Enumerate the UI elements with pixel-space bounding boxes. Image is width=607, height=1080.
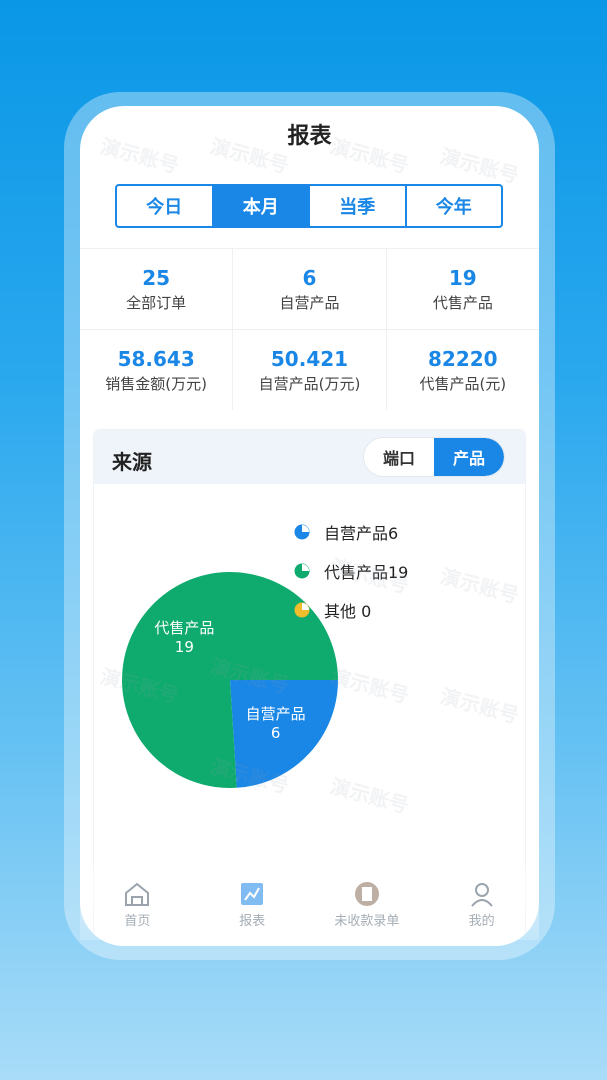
pie-legend-icon [294,524,310,539]
legend-item[interactable]: 其他 0 [294,590,408,629]
tab-label: 我的 [468,914,495,929]
stat-self-amount: 50.421 自营产品(万元) [233,330,387,410]
stat-value: 58.643 [117,346,195,371]
tab-label: 首页 [124,914,151,929]
stat-consign-amount: 82220 代售产品(元) [387,330,539,410]
stat-value: 6 [302,265,317,290]
source-card: 来源 端口 产品 [94,430,525,946]
stat-label: 全部订单 [126,293,187,312]
report-icon [241,883,264,905]
pie-legend-icon [294,563,310,578]
tab-report[interactable]: 报表 [202,870,302,940]
source-toggle: 端口 产品 [364,438,504,476]
stat-label: 自营产品(万元) [258,374,361,393]
page-title: 报表 [287,124,332,149]
tab-mine[interactable]: 我的 [432,870,532,940]
tab-unpaid-entry[interactable]: 未收款录单 [317,870,417,940]
stat-value: 25 [142,265,171,290]
stats-grid: 25 全部订单 6 自营产品 19 代售产品 58.643 销售金额(万元) 5… [80,248,539,410]
receipt-icon [354,882,379,906]
legend-item[interactable]: 自营产品6 [294,512,408,551]
toggle-product[interactable]: 产品 [434,438,504,476]
stat-label: 自营产品 [279,293,340,312]
period-month[interactable]: 本月 [213,186,310,226]
stat-label: 销售金额(万元) [105,374,208,393]
period-year[interactable]: 今年 [407,186,502,226]
source-title: 来源 [112,450,152,474]
source-header: 来源 端口 产品 [94,430,525,484]
stat-value: 19 [448,265,477,290]
stats-row: 58.643 销售金额(万元) 50.421 自营产品(万元) 82220 代售… [80,329,539,410]
legend-item[interactable]: 代售产品19 [294,551,408,590]
legend-label: 其他 0 [324,601,372,621]
toggle-port[interactable]: 端口 [364,438,434,476]
period-quarter[interactable]: 当季 [310,186,407,226]
home-icon [125,882,150,906]
chart-legend: 自营产品6 代售产品19 其他 0 [294,512,408,629]
stat-consign-products: 19 代售产品 [387,249,539,329]
stat-label: 代售产品 [432,293,493,312]
stat-value: 50.421 [270,346,349,371]
bottom-tabbar: 首页 报表 未收款录单 我的 [80,870,539,940]
stat-label: 代售产品(元) [419,374,507,393]
period-selector: 今日 本月 当季 今年 [115,184,503,228]
user-icon [470,883,493,907]
legend-label: 代售产品19 [324,562,409,582]
stat-self-products: 6 自营产品 [233,249,387,329]
tab-label: 未收款录单 [334,914,400,929]
pie-legend-icon [294,602,310,617]
period-today[interactable]: 今日 [117,186,214,226]
stat-total-orders: 25 全部订单 [80,249,234,329]
stat-sales-amount: 58.643 销售金额(万元) [80,330,234,410]
stat-value: 82220 [428,346,498,371]
tab-home[interactable]: 首页 [87,870,187,940]
legend-label: 自营产品6 [324,523,399,543]
tab-label: 报表 [239,914,266,929]
stats-row: 25 全部订单 6 自营产品 19 代售产品 [80,248,539,329]
